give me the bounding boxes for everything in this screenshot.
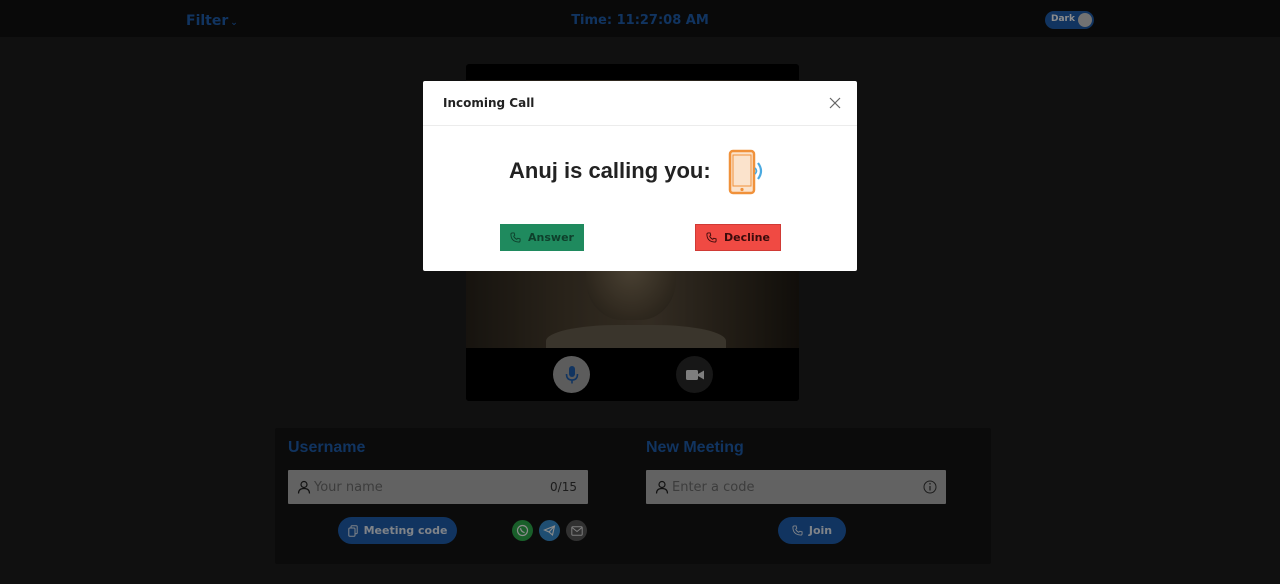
answer-button[interactable]: Answer — [500, 224, 584, 251]
dialog-header: Incoming Call — [423, 81, 857, 126]
decline-label: Decline — [724, 231, 770, 244]
ringing-phone-icon — [728, 149, 763, 195]
incoming-call-dialog: Incoming Call Anuj is calling you: Answe… — [423, 81, 857, 271]
phone-icon — [706, 232, 717, 243]
caller-message: Anuj is calling you: — [509, 158, 711, 183]
phone-icon — [510, 232, 521, 243]
dialog-title: Incoming Call — [443, 96, 535, 110]
answer-label: Answer — [528, 231, 574, 244]
close-icon[interactable] — [829, 97, 841, 109]
decline-button[interactable]: Decline — [695, 224, 781, 251]
